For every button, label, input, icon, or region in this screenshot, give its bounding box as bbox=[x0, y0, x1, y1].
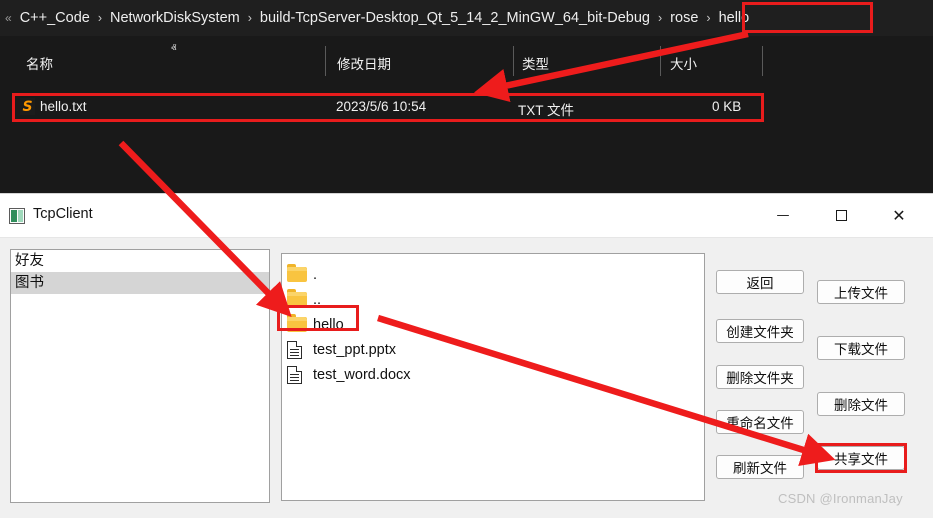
list-item[interactable]: . bbox=[282, 262, 704, 287]
file-type-cell: TXT 文件 bbox=[518, 103, 575, 118]
breadcrumb-segment-build-dir[interactable]: build-TcpServer-Desktop_Qt_5_14_2_MinGW_… bbox=[259, 10, 651, 26]
create-folder-button[interactable]: 创建文件夹 bbox=[716, 319, 804, 343]
column-divider[interactable] bbox=[762, 46, 763, 76]
rename-file-button[interactable]: 重命名文件 bbox=[716, 410, 804, 434]
minimize-button[interactable]: — bbox=[760, 194, 806, 237]
tcpclient-app-icon bbox=[9, 208, 25, 224]
column-header-size[interactable]: 大小 bbox=[670, 53, 697, 73]
friend-list[interactable]: 好友 图书 bbox=[10, 249, 270, 503]
remote-file-list[interactable]: . .. hello test_ppt.pptx test_word.docx bbox=[281, 253, 705, 501]
document-icon bbox=[287, 340, 313, 359]
window-title: TcpClient bbox=[33, 206, 93, 222]
column-divider[interactable] bbox=[513, 46, 514, 76]
list-item-label: test_word.docx bbox=[313, 366, 411, 383]
column-header-modified[interactable]: 修改日期 bbox=[337, 53, 391, 73]
column-header-row: 名称 修改日期 类型 大小 bbox=[0, 40, 933, 83]
breadcrumb-overflow-icon[interactable]: « bbox=[0, 11, 19, 25]
list-item-hello-folder[interactable]: hello bbox=[282, 312, 704, 337]
list-item-label: . bbox=[313, 266, 318, 283]
file-name-cell: hello.txt bbox=[40, 99, 87, 114]
chevron-right-icon: › bbox=[658, 11, 663, 25]
breadcrumb[interactable]: « C++_Code › NetworkDiskSystem › build-T… bbox=[0, 0, 933, 36]
breadcrumb-segment-hello[interactable]: hello bbox=[718, 10, 751, 26]
file-explorer-pane: « C++_Code › NetworkDiskSystem › build-T… bbox=[0, 0, 933, 193]
file-modified-cell: 2023/5/6 10:54 bbox=[336, 99, 427, 114]
chevron-right-icon: › bbox=[97, 11, 102, 25]
window-titlebar[interactable]: TcpClient — ✕ bbox=[0, 194, 933, 238]
list-item[interactable]: .. bbox=[282, 287, 704, 312]
chevron-right-icon: › bbox=[706, 11, 711, 25]
column-divider[interactable] bbox=[660, 46, 661, 76]
refresh-file-button[interactable]: 刷新文件 bbox=[716, 455, 804, 479]
square-icon bbox=[835, 210, 847, 221]
sublime-text-file-icon: S bbox=[20, 98, 35, 115]
folder-icon bbox=[287, 264, 313, 282]
breadcrumb-segment-rose[interactable]: rose bbox=[669, 10, 699, 26]
document-icon bbox=[287, 365, 313, 384]
back-button[interactable]: 返回 bbox=[716, 270, 804, 294]
column-header-name[interactable]: 名称 bbox=[26, 53, 53, 73]
sort-ascending-icon: ⱏ bbox=[171, 43, 177, 55]
column-divider[interactable] bbox=[325, 46, 326, 76]
list-item-label: test_ppt.pptx bbox=[313, 341, 397, 358]
list-item-label: .. bbox=[313, 291, 322, 308]
breadcrumb-segment-networkdisksystem[interactable]: NetworkDiskSystem bbox=[109, 10, 241, 26]
chevron-right-icon: › bbox=[247, 11, 252, 25]
share-file-button[interactable]: 共享文件 bbox=[817, 446, 905, 470]
table-row[interactable]: hello.txt 2023/5/6 10:54 TXT 文件 0 KB bbox=[0, 94, 933, 120]
list-item-label: hello bbox=[313, 316, 344, 333]
delete-file-button[interactable]: 删除文件 bbox=[817, 392, 905, 416]
delete-folder-button[interactable]: 删除文件夹 bbox=[716, 365, 804, 389]
folder-icon bbox=[287, 289, 313, 307]
download-file-button[interactable]: 下载文件 bbox=[817, 336, 905, 360]
maximize-button[interactable] bbox=[818, 194, 864, 237]
folder-icon bbox=[287, 314, 313, 332]
list-item[interactable]: 好友 bbox=[11, 250, 269, 272]
list-item[interactable]: test_word.docx bbox=[282, 362, 704, 387]
breadcrumb-segment-cpp-code[interactable]: C++_Code bbox=[19, 10, 91, 26]
upload-file-button[interactable]: 上传文件 bbox=[817, 280, 905, 304]
list-item[interactable]: 图书 bbox=[11, 272, 269, 294]
list-item[interactable]: test_ppt.pptx bbox=[282, 337, 704, 362]
watermark: CSDN @IronmanJay bbox=[778, 491, 903, 506]
column-header-type[interactable]: 类型 bbox=[522, 53, 549, 73]
close-button[interactable]: ✕ bbox=[876, 194, 922, 237]
file-size-cell: 0 KB bbox=[712, 99, 742, 114]
